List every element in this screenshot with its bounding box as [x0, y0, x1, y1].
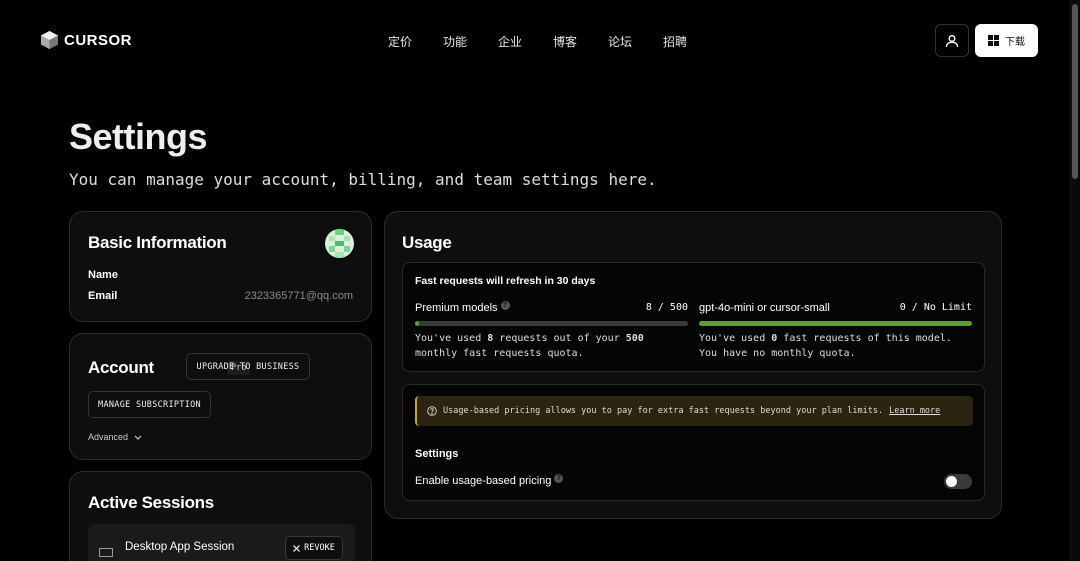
- premium-progress-bar: [415, 321, 688, 326]
- main-nav: 定价 功能 企业 博客 论坛 招聘: [388, 33, 718, 50]
- usage-pricing-toggle[interactable]: [944, 474, 972, 489]
- fast-requests-panel: Fast requests will refresh in 30 days Pr…: [402, 262, 985, 372]
- download-label: 下载: [1005, 37, 1025, 48]
- mini-description: You've used 0 fast requests of this mode…: [699, 331, 952, 361]
- premium-count: 8 / 500: [645, 302, 688, 313]
- user-icon: [945, 34, 959, 47]
- page-subtitle: You can manage your account, billing, an…: [69, 170, 657, 189]
- usage-pricing-notice: Usage-based pricing allows you to pay fo…: [415, 396, 973, 426]
- chevron-down-icon: [134, 435, 142, 440]
- windows-icon: [988, 35, 999, 46]
- mini-progress-fill: [699, 321, 972, 326]
- premium-desc-limit: 500: [625, 333, 644, 344]
- upgrade-to-business-button[interactable]: UPGRADE TO BUSINESS: [186, 353, 310, 380]
- mini-desc-pre: You've used: [699, 333, 772, 344]
- nav-link-pricing[interactable]: 定价: [388, 33, 443, 50]
- basic-information-title: Basic Information: [88, 233, 227, 252]
- manage-subscription-button[interactable]: MANAGE SUBSCRIPTION: [88, 391, 211, 418]
- advanced-label: Advanced: [88, 432, 129, 442]
- close-icon: [293, 544, 301, 552]
- usage-title: Usage: [402, 233, 452, 252]
- name-label: Name: [88, 269, 118, 281]
- usage-pricing-label: Enable usage-based pricing?: [415, 474, 564, 487]
- account-card: Account Pro UPGRADE TO BUSINESS MANAGE S…: [69, 333, 372, 460]
- mini-desc-post: fast requests of this model.: [777, 333, 952, 344]
- toggle-knob: [946, 476, 957, 487]
- monitor-icon: [99, 548, 113, 557]
- premium-models-label: Premium models?: [415, 301, 510, 314]
- avatar-image: [325, 229, 354, 258]
- revoke-label: REVOKE: [304, 543, 335, 553]
- cursor-cube-icon: [41, 31, 58, 49]
- premium-description: You've used 8 requests out of your 500 m…: [415, 331, 644, 361]
- help-icon[interactable]: ?: [554, 474, 564, 483]
- nav-link-features[interactable]: 功能: [443, 33, 498, 50]
- nav-link-blog[interactable]: 博客: [553, 33, 608, 50]
- basic-information-card: Basic Information Name Email 2323365771@…: [69, 211, 372, 322]
- usage-card: Usage Fast requests will refresh in 30 d…: [384, 211, 1002, 519]
- premium-desc-line2: monthly fast requests quota.: [415, 348, 584, 359]
- email-value: 2323365771@qq.com: [244, 290, 353, 302]
- scrollbar[interactable]: [1070, 0, 1080, 561]
- refresh-text: Fast requests will refresh in 30 days: [415, 275, 596, 287]
- logo-text: CURSOR: [64, 31, 133, 49]
- session-row: Desktop App Session REVOKE: [88, 524, 355, 561]
- mini-progress-bar: [699, 321, 972, 326]
- active-sessions-card: Active Sessions Desktop App Session REVO…: [69, 471, 372, 561]
- learn-more-link[interactable]: Learn more: [889, 406, 940, 416]
- avatar[interactable]: [325, 229, 354, 258]
- settings-subtitle: Settings: [415, 448, 459, 460]
- cursor-logo[interactable]: CURSOR: [40, 30, 132, 50]
- page-title: Settings: [69, 116, 208, 157]
- account-title: Account: [88, 358, 154, 377]
- usage-pricing-panel: Usage-based pricing allows you to pay fo…: [402, 384, 985, 501]
- email-label: Email: [88, 290, 118, 302]
- mini-models-label: gpt-4o-mini or cursor-small: [699, 302, 830, 314]
- notice-text: Usage-based pricing allows you to pay fo…: [443, 406, 884, 416]
- help-icon[interactable]: ?: [500, 301, 510, 310]
- nav-link-enterprise[interactable]: 企业: [498, 33, 553, 50]
- premium-models-text: Premium models: [415, 302, 498, 314]
- premium-progress-fill: [415, 321, 420, 326]
- premium-desc-mid: requests out of your: [493, 333, 626, 344]
- mini-desc-line2: You have no monthly quota.: [699, 348, 856, 359]
- user-account-button[interactable]: [935, 24, 969, 57]
- revoke-button[interactable]: REVOKE: [285, 536, 343, 560]
- usage-pricing-text: Enable usage-based pricing: [415, 475, 552, 487]
- mini-count: 0 / No Limit: [899, 302, 972, 313]
- nav-link-forum[interactable]: 论坛: [608, 33, 663, 50]
- premium-desc-pre: You've used: [415, 333, 488, 344]
- help-circle-icon: [427, 406, 437, 416]
- advanced-toggle[interactable]: Advanced: [88, 432, 142, 442]
- nav-link-careers[interactable]: 招聘: [663, 33, 718, 50]
- session-label: Desktop App Session: [125, 541, 235, 553]
- active-sessions-title: Active Sessions: [88, 493, 214, 512]
- scrollbar-thumb[interactable]: [1072, 4, 1078, 179]
- download-button[interactable]: 下载: [975, 24, 1038, 57]
